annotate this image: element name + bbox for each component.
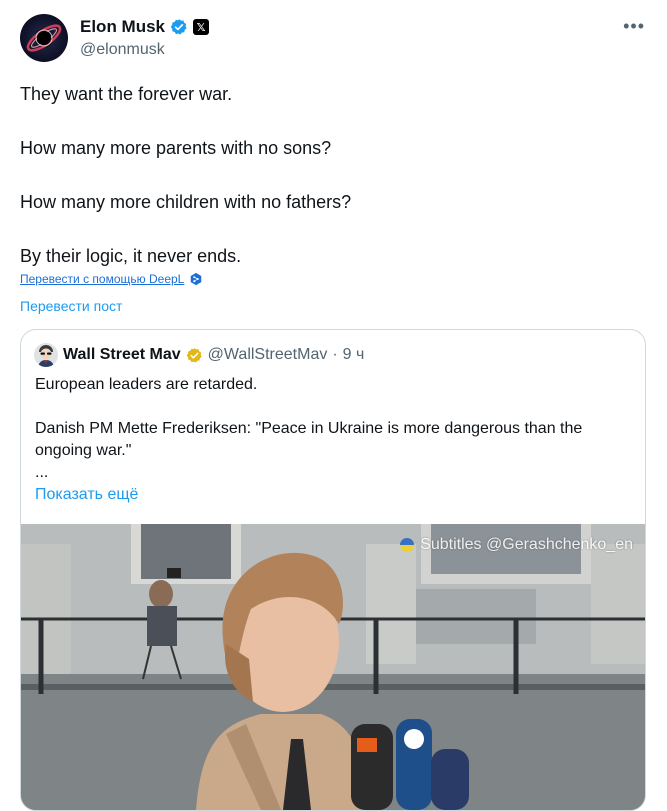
translate-post-link[interactable]: Перевести пост (20, 298, 122, 314)
x-affiliate-badge-icon: 𝕏 (193, 19, 210, 35)
tweet-line: How many more parents with no sons? (20, 138, 332, 158)
watermark-text: Subtitles @Gerashchenko_en (420, 536, 633, 553)
quoted-ellipsis: ... (35, 464, 49, 481)
quoted-tweet-body: European leaders are retarded. Danish PM… (35, 374, 631, 484)
author-avatar[interactable] (20, 14, 68, 62)
deepl-icon (191, 272, 202, 286)
quoted-author-avatar[interactable] (34, 343, 58, 367)
person-with-sunglasses-avatar-icon (34, 343, 58, 367)
ukraine-flag-icon (400, 538, 415, 552)
author-name-row: Elon Musk 𝕏 (80, 17, 210, 37)
tweet-header: Elon Musk 𝕏 @elonmusk ••• (20, 14, 647, 64)
quoted-author-handle[interactable]: @WallStreetMav (208, 346, 328, 364)
quoted-timestamp[interactable]: 9 ч (343, 346, 365, 364)
author-handle[interactable]: @elonmusk (80, 41, 165, 59)
black-hole-avatar-icon (26, 24, 62, 52)
subtitles-watermark: Subtitles @Gerashchenko_en (400, 536, 633, 554)
quoted-author-name[interactable]: Wall Street Mav (63, 346, 181, 364)
meta-separator: · (332, 346, 338, 363)
verified-badge-icon (170, 19, 187, 35)
deepl-translate-label: Перевести с помощью DeepL (20, 272, 185, 286)
tweet-line: They want the forever war. (20, 84, 233, 104)
show-more-link[interactable]: Показать ещё (35, 486, 138, 504)
author-name[interactable]: Elon Musk (80, 17, 165, 37)
tweet-line: How many more children with no fathers? (20, 192, 352, 212)
quoted-text-line: Danish PM Mette Frederiksen: "Peace in U… (35, 420, 583, 459)
more-options-icon[interactable]: ••• (623, 16, 645, 37)
quoted-tweet-card[interactable]: Wall Street Mav @WallStreetMav · 9 ч Eur… (20, 329, 646, 811)
video-frame-image (21, 524, 645, 810)
deepl-translate-link[interactable]: Перевести с помощью DeepL (20, 272, 203, 286)
tweet-text: They want the forever war. How many more… (20, 82, 640, 268)
quoted-text-line: European leaders are retarded. (35, 376, 258, 393)
tweet-line: By their logic, it never ends. (20, 246, 242, 266)
video-media[interactable]: Subtitles @Gerashchenko_en (21, 524, 645, 810)
gold-verified-badge-icon (186, 347, 202, 363)
quoted-tweet-header: Wall Street Mav @WallStreetMav · 9 ч (34, 343, 364, 367)
